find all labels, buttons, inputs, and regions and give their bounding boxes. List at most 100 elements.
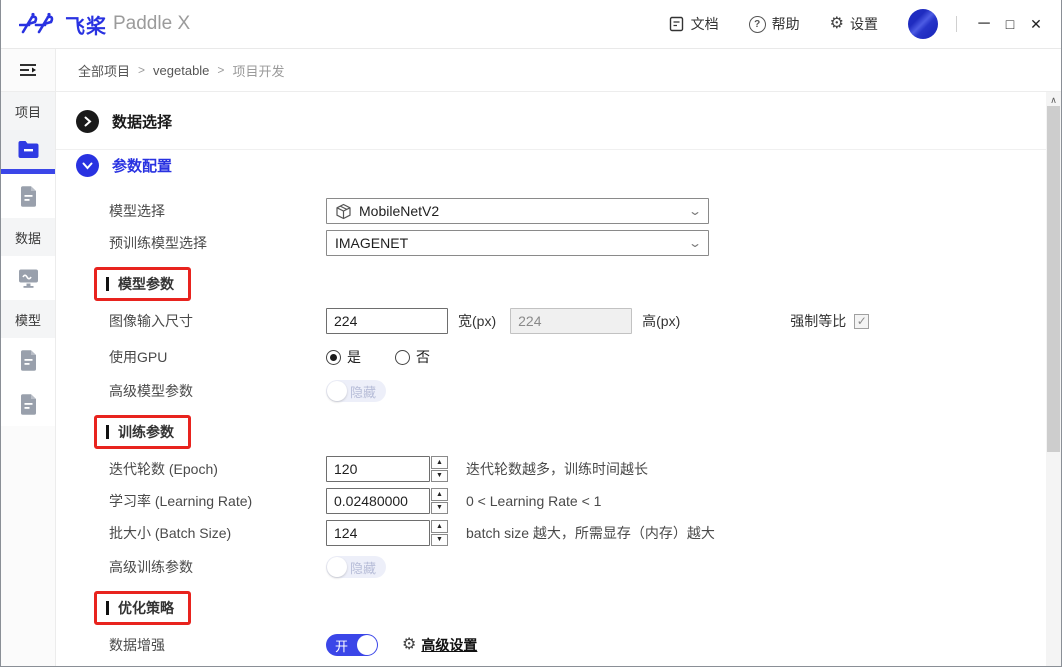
row-use-gpu: 使用GPU 是 否 <box>56 343 1061 371</box>
paddlex-logo: 飞桨 Paddle X <box>1 10 190 39</box>
row-epoch: 迭代轮数 (Epoch) ▲ ▼ 迭代轮数越多，训练时间越长 <box>56 455 1061 483</box>
batch-size-hint: batch size 越大，所需显存（内存）越大 <box>466 523 715 543</box>
train-params-section-header: 训练参数 <box>56 409 1061 455</box>
model-select-value: MobileNetV2 <box>359 203 690 219</box>
pretrained-select-value: IMAGENET <box>335 235 690 251</box>
spin-up-button[interactable]: ▲ <box>431 520 448 533</box>
help-button[interactable]: ? 帮助 <box>749 14 800 34</box>
model-cube-icon <box>335 203 352 220</box>
sidebar-item-project-develop[interactable] <box>1 130 55 174</box>
force-ratio-checkbox[interactable]: ✓ <box>854 314 869 329</box>
spin-down-button[interactable]: ▼ <box>431 502 448 515</box>
batch-size-input[interactable] <box>326 520 430 546</box>
row-advanced-model-params: 高级模型参数 隐藏 <box>56 377 1061 405</box>
spin-down-button[interactable]: ▼ <box>431 534 448 547</box>
image-width-input[interactable] <box>326 308 448 334</box>
annotation-box-train-params: 训练参数 <box>94 415 191 449</box>
toggle-label: 隐藏 <box>350 558 376 577</box>
spin-up-button[interactable]: ▲ <box>431 456 448 469</box>
toggle-knob <box>327 557 347 577</box>
docs-label: 文档 <box>691 14 719 34</box>
breadcrumb-project-name[interactable]: vegetable <box>153 63 209 78</box>
content-area: 数据选择 参数配置 模型选择 <box>56 92 1061 667</box>
model-params-title: 模型参数 <box>118 274 174 294</box>
gpu-yes-label: 是 <box>347 347 361 367</box>
question-icon: ? <box>749 16 766 33</box>
model-select-dropdown[interactable]: MobileNetV2 ⌄ <box>326 198 709 224</box>
advanced-settings-link[interactable]: ⚙ 高级设置 <box>402 635 477 655</box>
advanced-model-params-label: 高级模型参数 <box>109 381 326 401</box>
image-height-input <box>510 308 632 334</box>
advanced-train-params-toggle[interactable]: 隐藏 <box>326 556 386 578</box>
chevron-down-icon: ⌄ <box>688 204 702 218</box>
section-param-config[interactable]: 参数配置 <box>56 150 1061 189</box>
minimize-button[interactable]: ─ <box>971 11 997 37</box>
toggle-on-label: 开 <box>335 636 348 655</box>
sidebar-group-model: 模型 <box>1 300 55 338</box>
epoch-label: 迭代轮数 (Epoch) <box>109 459 326 479</box>
chevron-down-icon: ⌄ <box>688 236 702 250</box>
row-advanced-train-params: 高级训练参数 隐藏 <box>56 553 1061 581</box>
pretrained-select-dropdown[interactable]: IMAGENET ⌄ <box>326 230 709 256</box>
user-avatar[interactable] <box>908 9 938 39</box>
annotation-box-optim: 优化策略 <box>94 591 191 625</box>
window-controls-divider <box>956 16 957 32</box>
sidebar-item-model-doc1[interactable] <box>1 338 55 382</box>
sidebar-group-project: 项目 <box>1 92 55 130</box>
train-params-title: 训练参数 <box>118 422 174 442</box>
settings-button[interactable]: ⚙ 设置 <box>830 14 878 34</box>
title-bar: 飞桨 Paddle X 文档 ? 帮助 ⚙ 设置 ─ □ ✕ <box>1 0 1061 49</box>
spin-up-button[interactable]: ▲ <box>431 488 448 501</box>
row-model-select: 模型选择 MobileNetV2 ⌄ <box>56 197 1061 225</box>
epoch-input[interactable] <box>326 456 430 482</box>
spin-down-button[interactable]: ▼ <box>431 470 448 483</box>
gpu-yes-radio[interactable]: 是 <box>326 347 361 367</box>
sidebar-item-project-doc[interactable] <box>1 174 55 218</box>
logo-text-cn: 飞桨 <box>65 10 107 39</box>
sidebar-group-data: 数据 <box>1 218 55 256</box>
row-learning-rate: 学习率 (Learning Rate) ▲ ▼ 0 < Learning Rat… <box>56 487 1061 515</box>
gear-icon: ⚙ <box>830 16 844 32</box>
section-title-data-select: 数据选择 <box>112 111 172 132</box>
chevron-down-icon[interactable] <box>76 154 99 177</box>
force-ratio-label: 强制等比 <box>790 311 846 331</box>
advanced-model-params-toggle[interactable]: 隐藏 <box>326 380 386 402</box>
section-data-select[interactable]: 数据选择 <box>56 106 1061 150</box>
breadcrumb: 全部项目 > vegetable > 项目开发 <box>56 49 1061 92</box>
chevron-right-icon[interactable] <box>76 110 99 133</box>
section-marker-bar <box>106 601 109 615</box>
vertical-scrollbar[interactable]: ∧ <box>1046 92 1061 667</box>
advanced-train-params-label: 高级训练参数 <box>109 557 326 577</box>
data-augment-toggle[interactable]: 开 <box>326 634 378 656</box>
model-select-label: 模型选择 <box>109 201 326 221</box>
app-window: 飞桨 Paddle X 文档 ? 帮助 ⚙ 设置 ─ □ ✕ <box>0 0 1062 667</box>
epoch-stepper: ▲ ▼ <box>326 456 448 482</box>
breadcrumb-separator: > <box>138 63 145 77</box>
maximize-button[interactable]: □ <box>997 11 1023 37</box>
breadcrumb-current-page: 项目开发 <box>232 61 284 80</box>
close-button[interactable]: ✕ <box>1023 11 1049 37</box>
radio-selected-icon <box>326 350 341 365</box>
learning-rate-input[interactable] <box>326 488 430 514</box>
breadcrumb-separator: > <box>217 63 224 77</box>
pretrained-select-label: 预训练模型选择 <box>109 233 326 253</box>
row-data-augment: 数据增强 开 ⚙ 高级设置 <box>56 631 1061 659</box>
collapse-sidebar-button[interactable] <box>1 49 55 92</box>
row-image-size: 图像输入尺寸 宽(px) 高(px) 强制等比 ✓ <box>56 307 1061 335</box>
gear-icon: ⚙ <box>402 637 416 653</box>
learning-rate-label: 学习率 (Learning Rate) <box>109 491 326 511</box>
breadcrumb-all-projects[interactable]: 全部项目 <box>78 61 130 80</box>
logo-text-en: Paddle X <box>113 13 190 35</box>
section-title-param-config: 参数配置 <box>112 155 172 176</box>
sidebar-item-model-doc2[interactable] <box>1 382 55 426</box>
paddle-logo-icon <box>19 12 59 36</box>
sidebar-item-dataset[interactable] <box>1 256 55 300</box>
batch-size-stepper: ▲ ▼ <box>326 520 448 546</box>
toggle-label: 隐藏 <box>350 382 376 401</box>
document-icon <box>668 16 685 33</box>
gpu-no-radio[interactable]: 否 <box>395 347 430 367</box>
scrollbar-thumb[interactable] <box>1047 106 1060 452</box>
optim-title: 优化策略 <box>118 598 174 618</box>
width-unit-label: 宽(px) <box>458 311 496 331</box>
docs-button[interactable]: 文档 <box>668 14 719 34</box>
